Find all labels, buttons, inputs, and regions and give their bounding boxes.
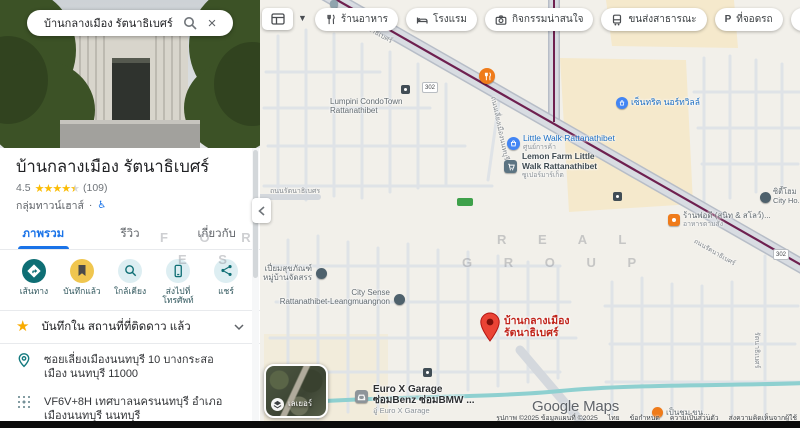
nearby-icon <box>118 259 142 283</box>
search-icon[interactable] <box>179 12 201 34</box>
bottom-black-bar <box>0 421 800 428</box>
rating-stars: ★★★★★ <box>35 182 79 195</box>
poi-city-sense-label[interactable]: City SenseRattanathibet-Leangmuangnon <box>260 288 390 306</box>
road-label-left: ถนนรัตนาธิเบศร <box>270 188 320 196</box>
place-title: บ้านกลางเมือง รัตนาธิเบศร์ <box>16 157 244 178</box>
destination-label[interactable]: บ้านกลางเมืองรัตนาธิเบศร์ <box>504 316 570 339</box>
bookmark-icon <box>70 259 94 283</box>
map-canvas[interactable]: ถนนรัตนาธิเบศร์ ถนนรัตนาธิเบศร์ ถนนเลี่ย… <box>260 0 800 428</box>
map-toolbar: ▼ ร้านอาหาร โรงแรม กิจกรรมน่าสนใจ ขนส่งส… <box>260 8 800 31</box>
poi-centric-label[interactable]: เซ็นทริค นอร์ทวิลล์ <box>631 98 700 108</box>
saved-in-label: บันทึกใน สถานที่ที่ติดดาว แล้ว <box>41 318 222 336</box>
poi-lemon-farm-sub: ซูเปอร์มาร์เก็ต <box>522 172 564 180</box>
search-bar[interactable]: × <box>27 10 233 36</box>
layers-icon <box>271 398 284 411</box>
rating-value: 4.5 <box>16 182 31 194</box>
wheelchair-icon: ♿ <box>97 200 106 211</box>
address-text: ซอยเลี่ยงเมืองนนทบุรี 10 บางกระสอ เมือง … <box>44 353 232 381</box>
chevron-down-icon[interactable] <box>234 318 244 336</box>
poi-city-sense-icon[interactable] <box>394 294 405 305</box>
place-category[interactable]: กลุ่มทาวน์เฮาส์ <box>16 197 84 214</box>
tab-about[interactable]: เกี่ยวกับ <box>173 220 260 249</box>
traffic-camera-icon-3 <box>423 368 432 377</box>
bus-icon <box>611 14 623 26</box>
collapse-panel-button[interactable] <box>252 198 271 223</box>
chip-parking[interactable]: P ที่จอดรถ <box>715 8 783 31</box>
parking-icon: P <box>725 14 732 25</box>
poi-lumpini-label[interactable]: Lumpini CondoTownRattanathibet <box>330 97 403 115</box>
poi-city-home-icon[interactable] <box>760 192 771 203</box>
green-route-marker <box>457 198 473 206</box>
poi-pordee-sub: อาหารตามสั่ง <box>683 221 723 229</box>
poi-city-home-label[interactable]: ซิตี้โฮมCity Ho... <box>773 188 800 205</box>
clear-search-icon[interactable]: × <box>201 12 223 34</box>
plus-code-text: VF6V+8H เทศบาลนครนนทบุรี อำเภอเมืองนนทบุ… <box>44 395 232 423</box>
poi-centric-icon[interactable] <box>616 97 628 109</box>
place-tabs: ภาพรวม รีวิว เกี่ยวกับ <box>0 220 260 250</box>
poi-euro-x-icon[interactable] <box>355 390 368 403</box>
poi-pordee-icon[interactable] <box>668 214 680 226</box>
chip-pharmacies[interactable]: ร้านขายยา <box>791 8 800 31</box>
directions-icon <box>22 259 46 283</box>
poi-little-walk-icon[interactable] <box>507 137 520 150</box>
place-details: ซอยเลี่ยงเมืองนนทบุรี 10 บางกระสอ เมือง … <box>0 344 260 428</box>
route-shield-302-b: 302 <box>773 249 789 260</box>
poi-restaurant-icon[interactable] <box>479 68 495 84</box>
dot-separator: · <box>89 199 93 211</box>
chip-restaurants[interactable]: ร้านอาหาร <box>315 8 398 31</box>
poi-euro-x-line3: อู่ Euro X Garage <box>373 407 430 416</box>
poi-pordee-label[interactable]: ร้านพ่อดี (สนิท & สโลว์)... <box>683 211 771 220</box>
route-shield-302: 302 <box>422 82 438 93</box>
chip-hotels[interactable]: โรงแรม <box>406 8 477 31</box>
poi-euro-x-line2: ซ่อมBenz ซ่อมBMW ... <box>373 395 475 407</box>
poi-piamsuk-label[interactable]: เปี่ยมสุขภัณฑ์หมู่บ้านจัดสรร <box>260 264 312 282</box>
poi-top-edge-icon <box>330 0 338 8</box>
road-label-vertical-right: รัตนาธิเบศร์ <box>752 332 760 368</box>
poi-lemon-farm-icon[interactable] <box>504 160 517 173</box>
tab-reviews[interactable]: รีวิว <box>87 220 174 249</box>
saved-button[interactable]: บันทึกแล้ว <box>61 259 103 308</box>
place-panel: × บ้านกลางเมือง รัตนาธิเบศร์ 4.5 ★★★★★ (… <box>0 0 260 428</box>
category-row: กลุ่มทาวน์เฮาส์ · ♿ <box>16 197 244 214</box>
hotel-icon <box>416 14 428 26</box>
traffic-camera-icon-2 <box>613 192 622 201</box>
place-photo[interactable]: × <box>0 0 260 148</box>
review-count[interactable]: (109) <box>83 182 108 194</box>
google-maps-app: × บ้านกลางเมือง รัตนาธิเบศร์ 4.5 ★★★★★ (… <box>0 0 800 428</box>
place-pin-icon <box>16 352 32 368</box>
layers-label: เลเยอร์ <box>288 397 312 410</box>
camera-icon <box>495 14 507 26</box>
panel-scrollbar <box>252 148 259 421</box>
share-button[interactable]: แชร์ <box>205 259 247 308</box>
chip-transit[interactable]: ขนส่งสาธารณะ <box>601 8 706 31</box>
nearby-button[interactable]: ใกล้เคียง <box>109 259 151 308</box>
tab-overview[interactable]: ภาพรวม <box>0 220 87 249</box>
rating-row[interactable]: 4.5 ★★★★★ (109) <box>16 182 244 195</box>
directions-button[interactable]: เส้นทาง <box>13 259 55 308</box>
star-icon: ★ <box>16 319 29 334</box>
satellite-layers-toggle[interactable]: เลเยอร์ <box>264 364 328 418</box>
address-row[interactable]: ซอยเลี่ยงเมืองนนทบุรี 10 บางกระสอ เมือง … <box>0 346 260 388</box>
poi-piamsuk-icon[interactable] <box>316 268 327 279</box>
chevron-down-small-icon[interactable]: ▼ <box>298 13 307 23</box>
minimap-button[interactable] <box>262 8 293 30</box>
place-header: บ้านกลางเมือง รัตนาธิเบศร์ 4.5 ★★★★★ (10… <box>0 148 260 216</box>
search-input[interactable] <box>42 16 179 30</box>
poi-lemon-farm-label[interactable]: Lemon Farm LittleWalk Rattanathibet <box>522 152 597 171</box>
poi-little-walk-label[interactable]: Little Walk Rattanathibet <box>523 134 615 144</box>
send-to-phone-button[interactable]: ส่งไปที่โทรศัพท์ <box>157 259 199 308</box>
destination-pin[interactable] <box>479 312 501 347</box>
plus-code-icon <box>16 394 32 410</box>
phone-icon <box>166 259 190 283</box>
restaurant-icon <box>325 14 336 25</box>
saved-in-starred-row[interactable]: ★ บันทึกใน สถานที่ที่ติดดาว แล้ว <box>0 310 260 344</box>
share-icon <box>214 259 238 283</box>
action-buttons: เส้นทาง บันทึกแล้ว ใกล้เคียง ส่งไปที่โทร… <box>0 250 260 310</box>
traffic-camera-icon <box>401 85 410 94</box>
poi-euro-x-line1[interactable]: Euro X Garage <box>373 384 442 396</box>
chip-things-to-do[interactable]: กิจกรรมน่าสนใจ <box>485 8 593 31</box>
